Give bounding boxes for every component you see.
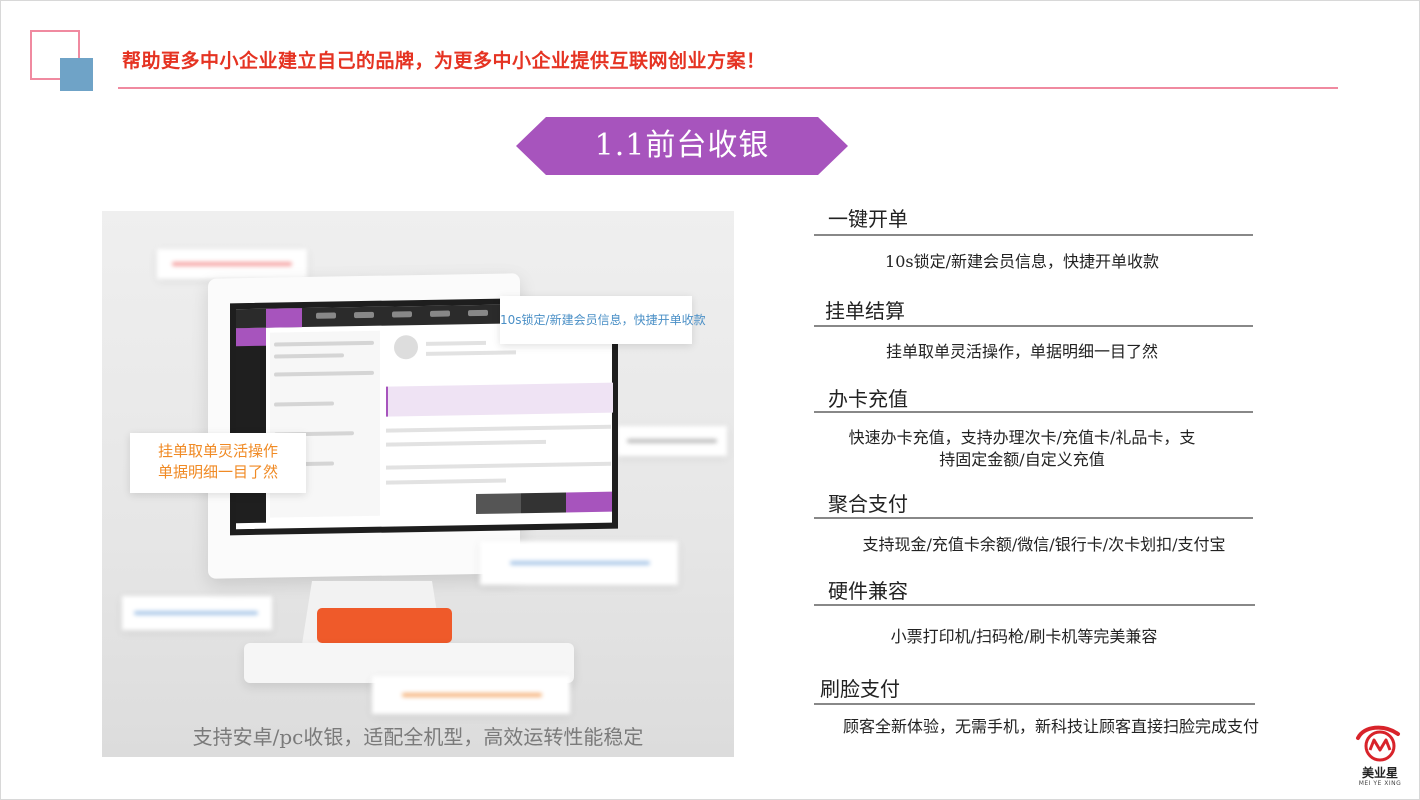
blurred-card: [617, 426, 727, 456]
brand-logo: 美业星 MEI YE XING: [1348, 724, 1412, 790]
pos-save-button: [521, 492, 566, 514]
header-divider: [118, 87, 1338, 89]
section-title: 1.1前台收银: [594, 128, 770, 163]
blurred-card: [372, 676, 570, 714]
feature-divider: [814, 703, 1255, 705]
callout-hang-order: 挂单取单灵活操作 单据明细一目了然: [130, 433, 306, 493]
feature-desc: 持固定金额/自定义充值: [939, 450, 1105, 469]
feature-title: 挂单结算: [825, 299, 905, 323]
brand-name: 美业星: [1361, 766, 1398, 780]
feature-title: 办卡充值: [828, 387, 908, 411]
feature-title: 聚合支付: [828, 492, 908, 516]
feature-divider: [814, 411, 1253, 413]
pos-order-panel: [386, 327, 613, 496]
pos-monitor: [208, 273, 618, 579]
header-title: 帮助更多中小企业建立自己的品牌，为更多中小企业提供互联网创业方案！: [122, 50, 766, 72]
callout-hang-order-line2: 单据明细一目了然: [157, 463, 278, 481]
feature-desc: 10s锁定/新建会员信息，快捷开单收款: [885, 252, 1159, 271]
feature-desc: 挂单取单灵活操作，单据明细一目了然: [885, 342, 1158, 361]
feature-title: 硬件兼容: [828, 579, 908, 603]
blurred-card: [157, 249, 307, 279]
feature-title: 一键开单: [828, 207, 908, 231]
pos-hang-button: [476, 493, 521, 515]
pos-sidebar: [236, 327, 266, 524]
blurred-card: [122, 596, 272, 630]
feature-divider: [814, 517, 1253, 519]
feature-desc: 小票打印机/扫码枪/刷卡机等完美兼容: [890, 627, 1158, 646]
pos-checkout-button: [566, 491, 612, 513]
brand-logo-mark: [1356, 725, 1400, 762]
feature-desc: 顾客全新体验，无需手机，新科技让顾客直接扫脸完成支付: [842, 717, 1259, 736]
order-item-row: [386, 382, 613, 417]
section-banner: 1.1前台收银: [516, 117, 848, 175]
callout-hang-order-line1: 挂单取单灵活操作: [157, 442, 278, 460]
feature-divider: [814, 325, 1253, 327]
feature-title: 刷脸支付: [820, 677, 900, 701]
feature-divider: [814, 604, 1255, 606]
customer-avatar: [394, 335, 418, 360]
pos-stand-accent: [317, 608, 452, 643]
callout-quick-order: 10s锁定/新建会员信息，快捷开单收款: [500, 296, 706, 344]
feature-desc: 快速办卡充值，支持办理次卡/充值卡/礼品卡，支: [848, 428, 1196, 447]
feature-divider: [814, 234, 1253, 236]
header-decoration-block: [60, 58, 93, 91]
blurred-card: [480, 541, 678, 585]
brand-subtitle: MEI YE XING: [1358, 780, 1402, 787]
pos-sidebar-active: [236, 327, 266, 347]
image-caption: 支持安卓/pc收银，适配全机型，高效运转性能稳定: [192, 725, 644, 749]
product-image: 10s锁定/新建会员信息，快捷开单收款 挂单取单灵活操作 单据明细一目了然 支持…: [102, 211, 734, 757]
feature-desc: 支持现金/充值卡余额/微信/银行卡/次卡划扣/支付宝: [862, 535, 1226, 554]
